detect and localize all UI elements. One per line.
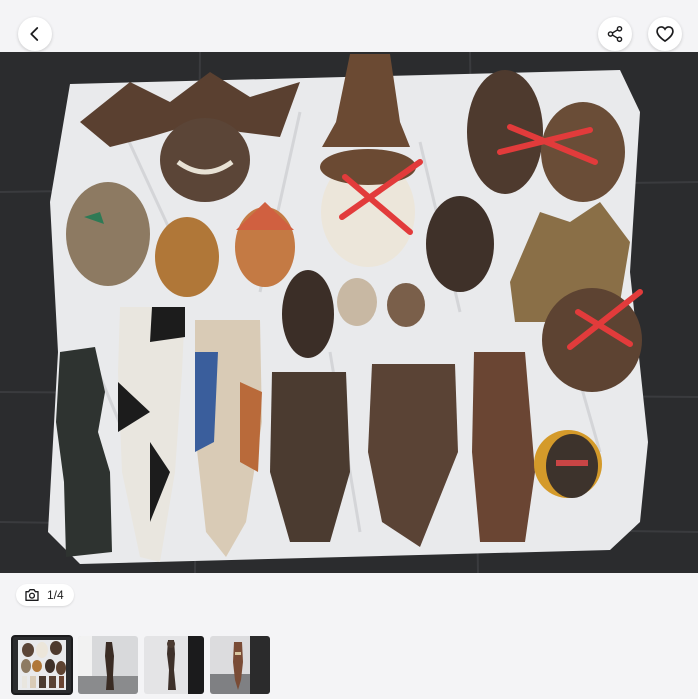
thumbnail-tall-carved-figure[interactable] <box>78 636 138 694</box>
thumbnail-image <box>12 636 72 694</box>
heart-outline-icon <box>656 26 674 43</box>
thumbnail-standing-sculpture[interactable] <box>144 636 204 694</box>
chevron-left-icon <box>30 27 39 41</box>
top-bar <box>0 0 698 52</box>
thumbnail-image <box>144 636 204 694</box>
thumbnail-masks-collection[interactable] <box>11 635 73 695</box>
photo-counter: 1/4 <box>16 584 74 606</box>
thumbnail-image <box>210 636 270 694</box>
photo-counter-text: 1/4 <box>47 588 64 602</box>
back-button[interactable] <box>18 17 52 51</box>
thumbnail-strip <box>11 635 270 696</box>
masks-photo-image <box>0 52 698 573</box>
thumbnail-long-mask[interactable] <box>210 636 270 694</box>
thumbnail-image <box>78 636 138 694</box>
share-icon <box>607 25 623 43</box>
share-button[interactable] <box>598 17 632 51</box>
listing-photo[interactable] <box>0 52 698 573</box>
camera-icon <box>25 589 39 601</box>
favorite-button[interactable] <box>648 17 682 51</box>
